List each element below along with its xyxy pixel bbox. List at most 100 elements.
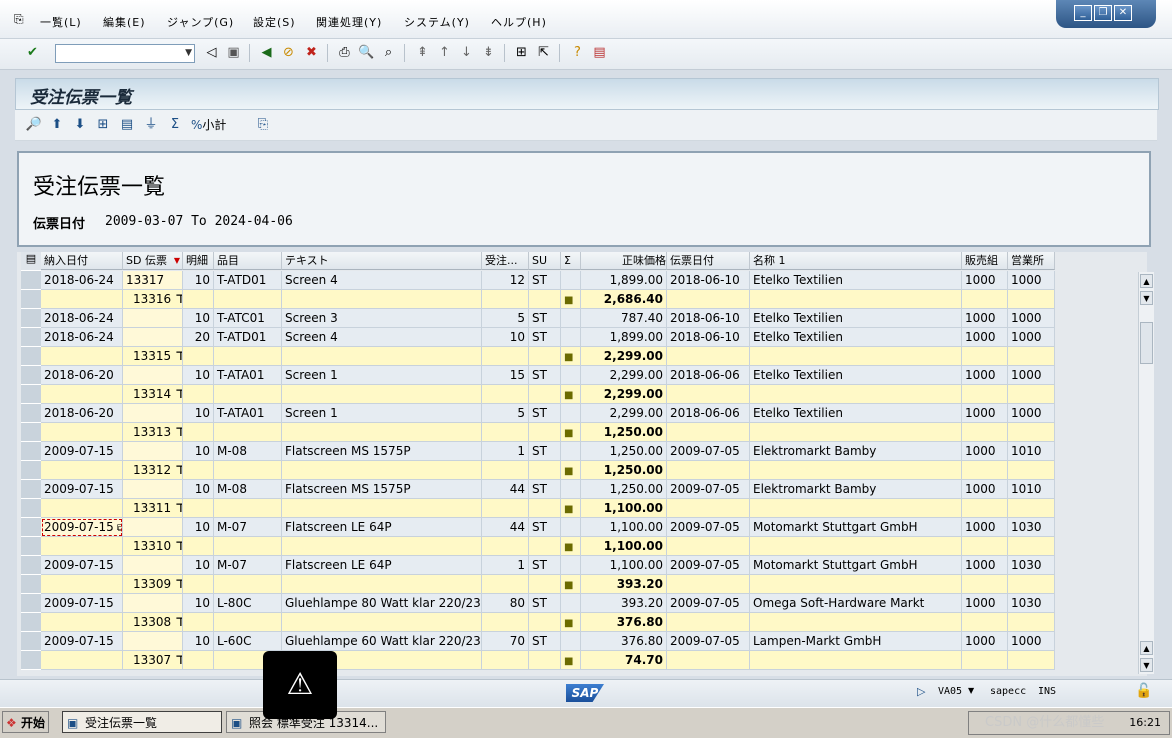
col-delivery-date-cell[interactable]: 2018-06-24	[41, 328, 123, 347]
col-delivery-date-cell[interactable]	[41, 499, 123, 518]
col-net-price-cell[interactable]: 1,100.00	[581, 556, 667, 575]
col-material-cell[interactable]	[214, 461, 282, 480]
col-delivery-date-cell[interactable]: 2018-06-20	[41, 404, 123, 423]
menu-extras[interactable]: 関連処理(Y)	[316, 14, 382, 30]
col-material-header[interactable]: 品目	[214, 252, 282, 270]
col-sd-document-cell[interactable]: 13317	[123, 271, 183, 290]
col-sd-document-cell[interactable]: 13309 ⊤	[123, 575, 183, 594]
col-su-cell[interactable]: ST	[529, 271, 561, 290]
menu-edit[interactable]: 編集(E)	[103, 14, 146, 30]
col-material-cell[interactable]: T-ATD01	[214, 271, 282, 290]
col-order-qty-cell[interactable]: 44	[482, 480, 529, 499]
col-name-cell[interactable]	[750, 423, 962, 442]
menu-settings[interactable]: 設定(S)	[253, 14, 296, 30]
find-icon[interactable]: 🔍	[358, 44, 375, 61]
row-selector[interactable]	[21, 423, 41, 442]
col-order-qty-cell[interactable]	[482, 385, 529, 404]
save-icon[interactable]: ▣	[225, 44, 242, 61]
row-selector[interactable]	[21, 537, 41, 556]
task-sales-order-list[interactable]: ▣ 受注伝票一覧	[62, 711, 222, 733]
col-delivery-date-cell[interactable]: 2009-07-15 ⧉	[41, 518, 123, 537]
subtotal-button[interactable]: %小計	[191, 116, 239, 134]
col-sd-document-header[interactable]: SD 伝票 ▼	[123, 252, 183, 270]
col-sum-cell[interactable]	[561, 594, 581, 613]
row-selector[interactable]	[21, 347, 41, 366]
col-doc-date-cell[interactable]	[667, 423, 750, 442]
col-material-cell[interactable]: T-ATA01	[214, 366, 282, 385]
col-name-cell[interactable]: Etelko Textilien	[750, 271, 962, 290]
last-page-icon[interactable]: ⇟	[480, 44, 497, 61]
restore-icon[interactable]: ❐	[1094, 5, 1112, 21]
col-doc-date-cell[interactable]	[667, 290, 750, 309]
col-name-cell[interactable]: Motomarkt Stuttgart GmbH	[750, 556, 962, 575]
col-su-cell[interactable]: ST	[529, 404, 561, 423]
row-selector[interactable]	[21, 632, 41, 651]
row-selector[interactable]	[21, 309, 41, 328]
row-selector[interactable]	[21, 480, 41, 499]
row-selector[interactable]	[21, 594, 41, 613]
col-sd-document-cell[interactable]: 13316 ⊤	[123, 290, 183, 309]
col-su-header[interactable]: SU	[529, 252, 561, 270]
col-material-cell[interactable]: M-07	[214, 518, 282, 537]
find-next-icon[interactable]: ▤	[118, 116, 136, 134]
col-name-cell[interactable]	[750, 385, 962, 404]
col-name-cell[interactable]	[750, 575, 962, 594]
col-material-cell[interactable]: T-ATD01	[214, 328, 282, 347]
col-delivery-date-cell[interactable]	[41, 537, 123, 556]
col-sales-org-cell[interactable]: 1000	[962, 556, 1008, 575]
col-sales-office-cell[interactable]	[1008, 499, 1055, 518]
col-item-cell[interactable]	[183, 651, 214, 670]
col-net-price-cell[interactable]: 393.20	[581, 575, 667, 594]
col-sum-cell[interactable]: ■	[561, 423, 581, 442]
help-icon[interactable]: ?	[569, 44, 586, 61]
col-sales-org-cell[interactable]: 1000	[962, 309, 1008, 328]
col-name-cell[interactable]: Omega Soft-Hardware Markt	[750, 594, 962, 613]
col-item-cell[interactable]	[183, 613, 214, 632]
col-text-cell[interactable]: Screen 1	[282, 404, 482, 423]
layout-icon[interactable]: ▤	[591, 44, 608, 61]
row-selector[interactable]	[21, 271, 41, 290]
col-item-cell[interactable]: 10	[183, 480, 214, 499]
col-su-cell[interactable]: ST	[529, 442, 561, 461]
page-down-icon[interactable]: ▲	[1140, 641, 1153, 655]
col-sales-office-cell[interactable]	[1008, 613, 1055, 632]
col-sd-document-cell[interactable]	[123, 366, 183, 385]
col-net-price-cell[interactable]: 74.70	[581, 651, 667, 670]
chevron-down-icon[interactable]: ▼	[968, 686, 974, 695]
col-material-cell[interactable]: M-07	[214, 556, 282, 575]
col-sum-cell[interactable]: ■	[561, 537, 581, 556]
col-sd-document-cell[interactable]: 13308 ⊤	[123, 613, 183, 632]
col-sales-org-cell[interactable]: 1000	[962, 518, 1008, 537]
col-sales-office-cell[interactable]	[1008, 385, 1055, 404]
col-su-cell[interactable]	[529, 499, 561, 518]
col-su-cell[interactable]	[529, 575, 561, 594]
col-delivery-date-cell[interactable]: 2018-06-24	[41, 271, 123, 290]
col-doc-date-cell[interactable]	[667, 385, 750, 404]
col-text-cell[interactable]: Flatscreen LE 64P	[282, 518, 482, 537]
col-sales-org-cell[interactable]	[962, 347, 1008, 366]
col-item-cell[interactable]: 10	[183, 594, 214, 613]
col-delivery-date-cell[interactable]	[41, 575, 123, 594]
col-name-cell[interactable]	[750, 537, 962, 556]
col-sd-document-cell[interactable]	[123, 594, 183, 613]
col-text-cell[interactable]	[282, 461, 482, 480]
col-sum-header[interactable]: Σ	[561, 252, 581, 270]
col-net-price-cell[interactable]: 1,899.00	[581, 271, 667, 290]
row-selector[interactable]	[21, 518, 41, 537]
col-sum-cell[interactable]: ■	[561, 290, 581, 309]
col-sum-cell[interactable]: ■	[561, 613, 581, 632]
col-order-qty-cell[interactable]	[482, 461, 529, 480]
col-delivery-date-cell[interactable]	[41, 613, 123, 632]
col-sales-org-cell[interactable]	[962, 537, 1008, 556]
col-sales-office-cell[interactable]: 1030	[1008, 556, 1055, 575]
menu-goto[interactable]: ジャンプ(G)	[167, 14, 234, 30]
row-selector[interactable]	[21, 290, 41, 309]
exit-icon[interactable]: ⊘	[280, 44, 297, 61]
col-text-cell[interactable]	[282, 613, 482, 632]
col-sum-cell[interactable]: ■	[561, 461, 581, 480]
col-doc-date-cell[interactable]	[667, 499, 750, 518]
col-sales-office-header[interactable]: 営業所	[1008, 252, 1055, 270]
col-net-price-cell[interactable]: 2,299.00	[581, 404, 667, 423]
col-name-cell[interactable]: Etelko Textilien	[750, 404, 962, 423]
col-name-cell[interactable]	[750, 651, 962, 670]
